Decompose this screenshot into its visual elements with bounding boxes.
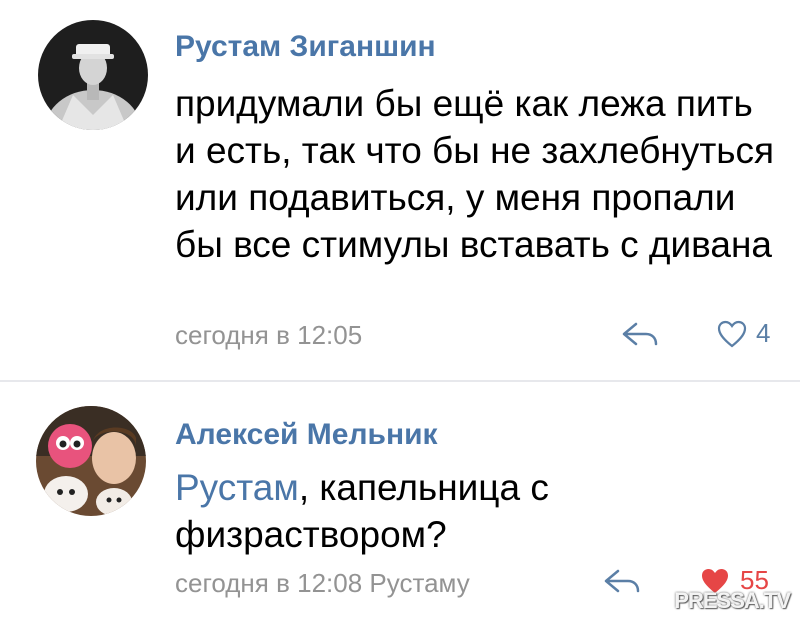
comment-timestamp: сегодня в 12:08 Рустаму	[175, 568, 470, 598]
reply-button[interactable]	[602, 565, 642, 602]
mention-link[interactable]: Рустам	[175, 467, 299, 508]
comment-text: придумали бы ещё как лежа пить и есть, т…	[175, 83, 775, 265]
reply-arrow-icon	[622, 322, 658, 346]
author-name[interactable]: Алексей Мельник	[175, 418, 438, 452]
heart-outline-icon	[717, 320, 747, 347]
user-avatar-icon	[38, 20, 148, 130]
comment-1: Рустам Зиганшин придумали бы ещё как леж…	[0, 0, 800, 380]
comment-timestamp: сегодня в 12:05	[175, 320, 363, 350]
avatar[interactable]	[38, 20, 148, 130]
comment-text: Рустам, капельница с физраствором?	[175, 464, 775, 558]
like-button[interactable]: 4	[716, 318, 770, 349]
reply-button[interactable]	[620, 318, 660, 355]
reply-arrow-icon	[604, 569, 640, 593]
avatar[interactable]	[36, 406, 146, 516]
user-avatar-icon	[36, 406, 146, 516]
watermark: PRESSA.TV	[674, 588, 791, 613]
comment-2: Алексей Мельник Рустам, капельница с физ…	[0, 382, 800, 622]
like-count: 4	[756, 318, 771, 348]
author-name[interactable]: Рустам Зиганшин	[175, 30, 436, 64]
